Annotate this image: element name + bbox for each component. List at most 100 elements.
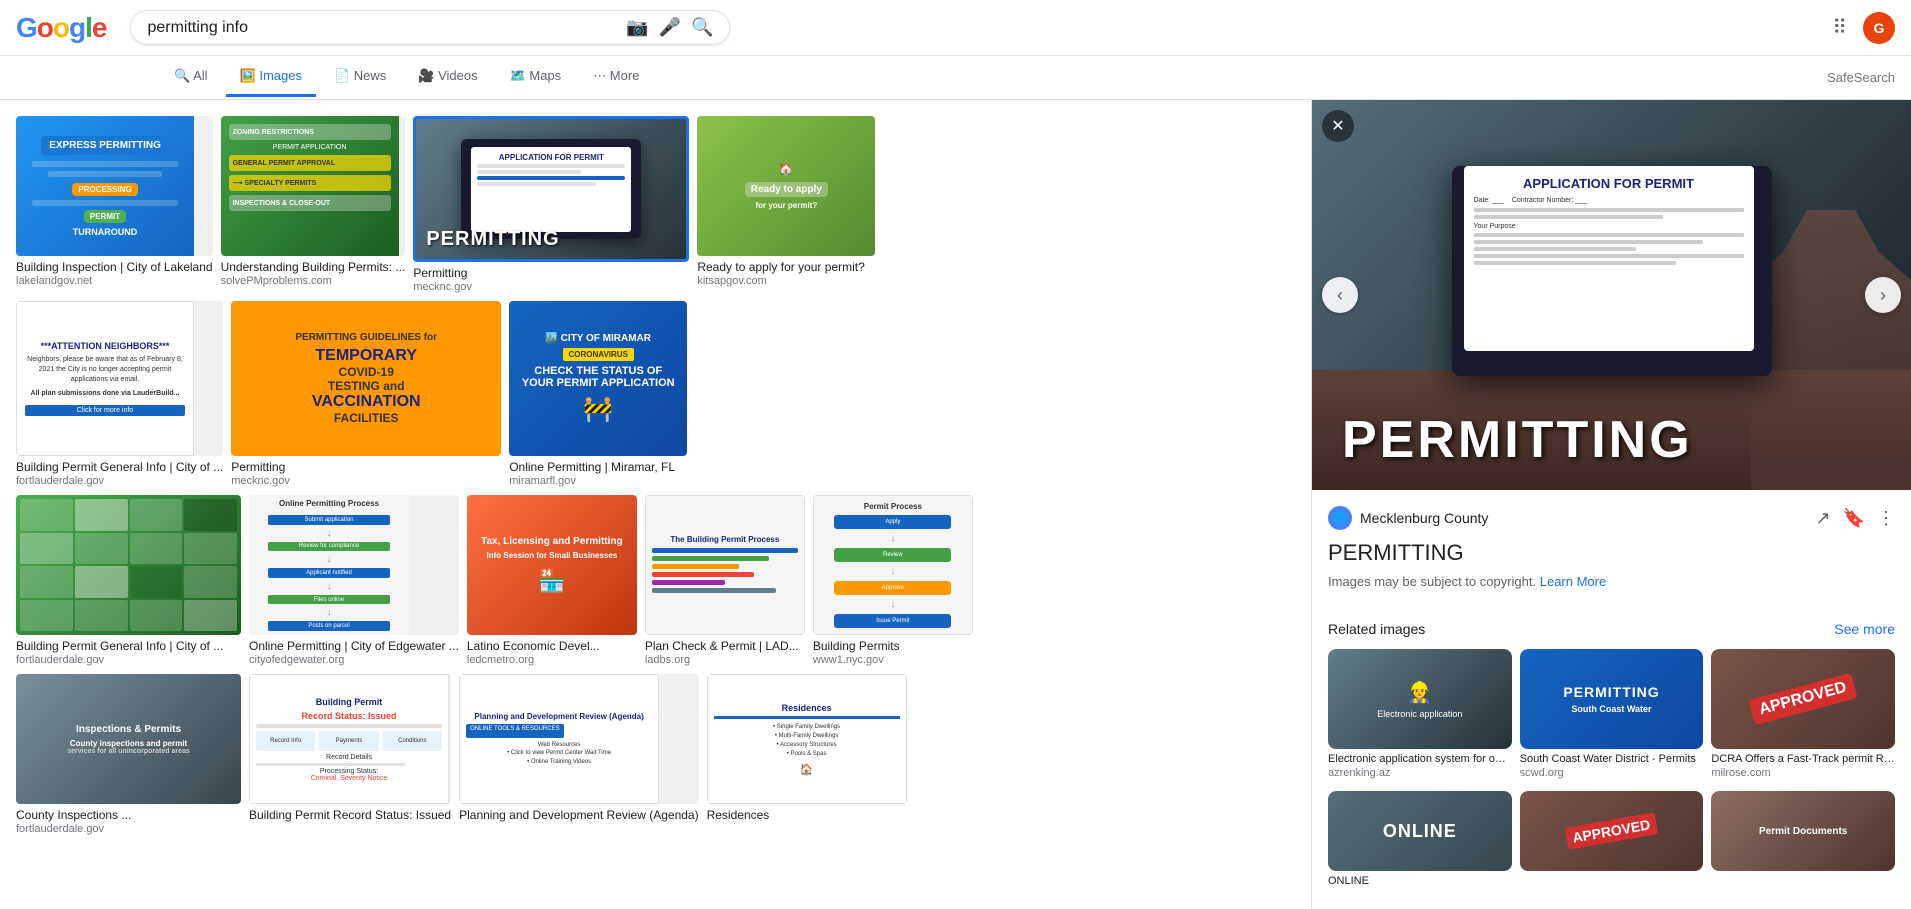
card-source: fortlauderdale.gov bbox=[16, 654, 241, 666]
card-source: mecknc.gov bbox=[231, 475, 501, 487]
card-title: Building Permits bbox=[813, 639, 973, 653]
related-label: South Coast Water District - Permits bbox=[1520, 749, 1704, 767]
image-card-8[interactable]: Building Permit General Info | City of .… bbox=[16, 495, 241, 666]
card-source: solvePMproblems.com bbox=[221, 275, 406, 287]
tab-videos[interactable]: 🎥 Videos bbox=[404, 58, 491, 97]
header: Google 📷 🎤 🔍 ⠿ G bbox=[0, 0, 1911, 56]
logo-o2: o bbox=[53, 12, 69, 43]
tab-images[interactable]: 🖼️ Images bbox=[226, 58, 316, 97]
avatar[interactable]: G bbox=[1863, 12, 1895, 44]
bookmark-icon[interactable]: 🔖 bbox=[1843, 508, 1865, 529]
related-card-3[interactable]: APPROVED DCRA Offers a Fast-Track permit… bbox=[1711, 649, 1895, 779]
search-icons: 📷 🎤 🔍 bbox=[626, 17, 713, 38]
image-grid: EXPRESS PERMITTING PROCESSING PERMIT TUR… bbox=[0, 100, 1311, 909]
expanded-image-title: PERMITTING bbox=[1342, 410, 1693, 470]
source-globe-icon: 🌐 bbox=[1328, 506, 1352, 530]
logo-e: e bbox=[92, 12, 107, 43]
image-card-1[interactable]: EXPRESS PERMITTING PROCESSING PERMIT TUR… bbox=[16, 116, 213, 287]
related-label: ONLINE bbox=[1328, 871, 1512, 889]
action-icons: ↗ 🔖 ⋮ bbox=[1815, 508, 1895, 529]
card-title: Ready to apply for your permit? bbox=[697, 260, 875, 274]
related-grid: 👷 Electronic application Electronic appl… bbox=[1328, 649, 1895, 779]
related-card-2[interactable]: PERMITTING South Coast Water South Coast… bbox=[1520, 649, 1704, 779]
image-row-2: ***ATTENTION NEIGHBORS*** Neighbors, ple… bbox=[16, 301, 1311, 487]
card-title: Planning and Development Review (Agenda) bbox=[459, 808, 698, 822]
card-source: www1.nyc.gov bbox=[813, 654, 973, 666]
apps-icon[interactable]: ⠿ bbox=[1832, 15, 1847, 40]
image-card-3[interactable]: APPLICATION FOR PERMIT PERMITTING Per bbox=[413, 116, 689, 293]
image-row-1: EXPRESS PERMITTING PROCESSING PERMIT TUR… bbox=[16, 116, 1311, 293]
card-title: Building Permit General Info | City of .… bbox=[16, 460, 223, 474]
image-card-16[interactable]: Residences • Single Family Dwellings • M… bbox=[707, 674, 907, 823]
card-source: ledcmetro.org bbox=[467, 654, 637, 666]
image-row-4: Inspections & Permits County inspections… bbox=[16, 674, 1311, 835]
search-icon[interactable]: 🔍 bbox=[691, 17, 713, 38]
card-source: fortlauderdale.gov bbox=[16, 823, 241, 835]
image-card-13[interactable]: Inspections & Permits County inspections… bbox=[16, 674, 241, 835]
image-card-9[interactable]: Online Permitting Process Submit applica… bbox=[249, 495, 459, 666]
learn-more-link[interactable]: Learn More bbox=[1540, 574, 1606, 589]
image-card-12[interactable]: Permit Process Apply ↓ Review ↓ Approve … bbox=[813, 495, 973, 666]
card-title: Online Permitting | City of Edgewater ..… bbox=[249, 639, 459, 653]
card-title: Permitting bbox=[231, 460, 501, 474]
tab-more[interactable]: ⋯ More bbox=[579, 58, 653, 97]
image-card-6[interactable]: PERMITTING GUIDELINES for TEMPORARY COVI… bbox=[231, 301, 501, 487]
tab-maps[interactable]: 🗺️ Maps bbox=[496, 58, 576, 97]
copyright-notice: Images may be subject to copyright. Lear… bbox=[1328, 574, 1895, 589]
logo-G: G bbox=[16, 12, 37, 43]
related-card-5[interactable]: APPROVED bbox=[1520, 791, 1704, 889]
card-source: ladbs.org bbox=[645, 654, 805, 666]
logo-l: l bbox=[85, 12, 92, 43]
nav-next-button[interactable]: › bbox=[1865, 277, 1901, 313]
card-source: mecknc.gov bbox=[413, 281, 689, 293]
card-title: Building Permit General Info | City of .… bbox=[16, 639, 241, 653]
search-input[interactable] bbox=[147, 19, 618, 37]
related-images-header: Related images See more bbox=[1328, 621, 1895, 637]
image-row-3: Building Permit General Info | City of .… bbox=[16, 495, 1311, 666]
logo-g: g bbox=[69, 12, 85, 43]
image-card-4[interactable]: 🏠 Ready to apply for your permit? Ready … bbox=[697, 116, 875, 287]
tab-all[interactable]: 🔍 All bbox=[160, 58, 222, 97]
nav-prev-button[interactable]: ‹ bbox=[1322, 277, 1358, 313]
expanded-title: PERMITTING bbox=[1328, 540, 1895, 566]
search-bar[interactable]: 📷 🎤 🔍 bbox=[130, 10, 730, 45]
related-source: azrenking.az bbox=[1328, 767, 1512, 779]
more-icon[interactable]: ⋮ bbox=[1877, 508, 1895, 529]
image-card-11[interactable]: The Building Permit Process Plan Check &… bbox=[645, 495, 805, 666]
related-card-6[interactable]: Permit Documents bbox=[1711, 791, 1895, 889]
nav-tabs: 🔍 All 🖼️ Images 📄 News 🎥 Videos 🗺️ Maps … bbox=[0, 56, 1911, 100]
tab-news[interactable]: 📄 News bbox=[320, 58, 400, 97]
card-title: Permitting bbox=[413, 266, 689, 280]
card-title: Building Permit Record Status: Issued bbox=[249, 808, 451, 822]
related-card-4[interactable]: ONLINE ONLINE bbox=[1328, 791, 1512, 889]
image-card-15[interactable]: Planning and Development Review (Agenda)… bbox=[459, 674, 698, 823]
see-more-link[interactable]: See more bbox=[1834, 621, 1895, 637]
main: EXPRESS PERMITTING PROCESSING PERMIT TUR… bbox=[0, 100, 1911, 909]
source-row: 🌐 Mecklenburg County ↗ 🔖 ⋮ bbox=[1328, 506, 1895, 530]
close-button[interactable]: ✕ bbox=[1322, 110, 1354, 142]
image-card-10[interactable]: Tax, Licensing and Permitting Info Sessi… bbox=[467, 495, 637, 666]
card-title: Latino Economic Devel... bbox=[467, 639, 637, 653]
image-card-2[interactable]: ZONING RESTRICTIONS PERMIT APPLICATION G… bbox=[221, 116, 406, 287]
image-card-14[interactable]: Building Permit Record Status: Issued Re… bbox=[249, 674, 451, 823]
share-icon[interactable]: ↗ bbox=[1815, 508, 1830, 529]
expanded-image: APPLICATION FOR PERMIT Date: ___ Contrac… bbox=[1312, 100, 1911, 490]
logo-o1: o bbox=[37, 12, 53, 43]
safe-search[interactable]: SafeSearch bbox=[1827, 70, 1895, 85]
card-title: Online Permitting | Miramar, FL bbox=[509, 460, 687, 474]
google-logo: Google bbox=[16, 12, 106, 44]
image-card-5[interactable]: ***ATTENTION NEIGHBORS*** Neighbors, ple… bbox=[16, 301, 223, 487]
card-title: Understanding Building Permits: ... bbox=[221, 260, 406, 274]
card-title: Plan Check & Permit | LAD... bbox=[645, 639, 805, 653]
related-source: scwd.org bbox=[1520, 767, 1704, 779]
image-card-7[interactable]: 🏙️ CITY OF MIRAMAR CORONAVIRUS CHECK THE… bbox=[509, 301, 687, 487]
related-source: milrose.com bbox=[1711, 767, 1895, 779]
camera-icon[interactable]: 📷 bbox=[626, 17, 648, 38]
card-source: miramarfl.gov bbox=[509, 475, 687, 487]
card-source: cityofedgewater.org bbox=[249, 654, 459, 666]
related-card-1[interactable]: 👷 Electronic application Electronic appl… bbox=[1328, 649, 1512, 779]
related-label: DCRA Offers a Fast-Track permit Review..… bbox=[1711, 749, 1895, 767]
right-panel: APPLICATION FOR PERMIT Date: ___ Contrac… bbox=[1311, 100, 1911, 909]
mic-icon[interactable]: 🎤 bbox=[659, 17, 681, 38]
card-title: Residences bbox=[707, 808, 907, 822]
